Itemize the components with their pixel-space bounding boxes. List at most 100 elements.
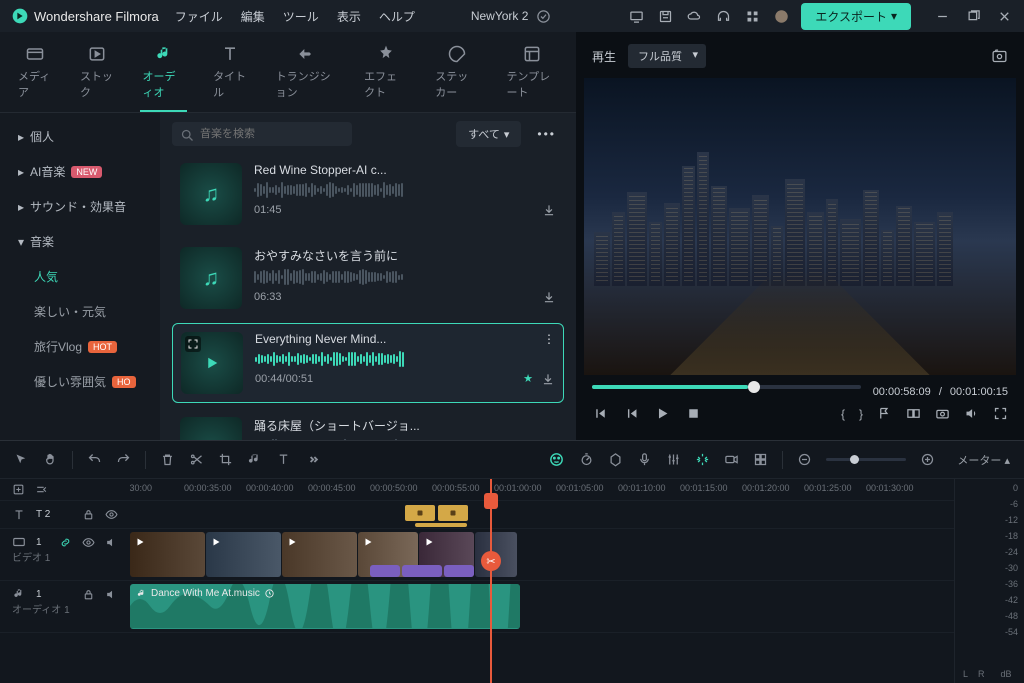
cut-icon[interactable]: ✂ — [481, 551, 501, 571]
tab-audio[interactable]: オーディオ — [140, 40, 187, 112]
effect-clip[interactable] — [370, 565, 400, 577]
add-track-icon[interactable] — [12, 483, 25, 496]
menu-help[interactable]: ヘルプ — [379, 8, 415, 25]
playback-progress[interactable] — [592, 385, 861, 389]
text-track-row[interactable] — [130, 501, 954, 529]
sidebar-item-music[interactable]: ▾音楽 — [0, 224, 160, 259]
more-tools-icon[interactable] — [305, 452, 320, 467]
hand-tool-icon[interactable] — [43, 452, 58, 467]
crop-icon[interactable] — [218, 452, 233, 467]
avatar-icon[interactable] — [774, 9, 789, 24]
tab-title[interactable]: タイトル — [211, 40, 250, 112]
expand-icon[interactable] — [185, 336, 201, 352]
marker-end-icon[interactable] — [877, 406, 892, 421]
minimize-icon[interactable] — [935, 9, 950, 24]
music-note-icon[interactable] — [247, 452, 262, 467]
mute-icon[interactable] — [105, 536, 118, 549]
record-icon[interactable] — [724, 452, 739, 467]
more-icon[interactable]: ⋮ — [543, 332, 555, 346]
sidebar-sub-gentle[interactable]: 優しい雰囲気HO — [0, 364, 160, 399]
fullscreen-icon[interactable] — [993, 406, 1008, 421]
zoom-in-icon[interactable] — [920, 452, 935, 467]
cloud-icon[interactable] — [687, 9, 702, 24]
project-name[interactable]: NewYork 2 — [471, 9, 552, 24]
quality-select[interactable]: フル品質 ▾ — [628, 44, 706, 68]
playhead[interactable]: ✂ — [490, 479, 492, 683]
mic-icon[interactable] — [637, 452, 652, 467]
tab-sticker[interactable]: ステッカー — [433, 40, 480, 112]
auto-beat-icon[interactable] — [695, 452, 710, 467]
compare-icon[interactable] — [906, 406, 921, 421]
snapshot-icon[interactable] — [991, 48, 1008, 65]
mark-out-button[interactable]: } — [859, 407, 863, 421]
audio-thumb[interactable]: ♫ — [180, 247, 242, 309]
audio-item[interactable]: ♫ 踊る床屋（ショートバージョ... 01:35 — [172, 409, 564, 440]
audio-track-row[interactable]: Dance With Me At.music — [130, 581, 954, 633]
headphones-icon[interactable] — [716, 9, 731, 24]
tracks-area[interactable]: 0:30:0000:00:35:0000:00:40:0000:00:45:00… — [130, 479, 954, 683]
lock-icon[interactable] — [82, 588, 95, 601]
meter-toggle[interactable]: メーター ▴ — [957, 452, 1010, 468]
export-button[interactable]: エクスポート ▾ — [801, 3, 911, 30]
download-icon[interactable] — [542, 203, 556, 217]
filter-button[interactable]: すべて▾ — [456, 121, 521, 147]
mark-in-button[interactable]: { — [841, 407, 845, 421]
star-icon[interactable]: ★ — [523, 372, 533, 386]
timeline-ruler[interactable]: 0:30:0000:00:35:0000:00:40:0000:00:45:00… — [130, 479, 954, 501]
tab-template[interactable]: テンプレート — [504, 40, 560, 112]
zoom-slider[interactable] — [826, 458, 906, 461]
select-tool-icon[interactable] — [14, 452, 29, 467]
download-icon[interactable] — [542, 290, 556, 304]
sidebar-sub-fun[interactable]: 楽しい・元気 — [0, 294, 160, 329]
video-clip[interactable] — [206, 532, 281, 577]
search-input[interactable] — [172, 122, 352, 146]
speed-icon[interactable] — [579, 452, 594, 467]
maximize-icon[interactable] — [966, 9, 981, 24]
menu-tools[interactable]: ツール — [283, 8, 319, 25]
play-button[interactable] — [654, 405, 671, 422]
undo-icon[interactable] — [87, 452, 102, 467]
sidebar-sub-vlog[interactable]: 旅行VlogHOT — [0, 329, 160, 364]
volume-icon[interactable] — [964, 406, 979, 421]
zoom-out-icon[interactable] — [797, 452, 812, 467]
close-icon[interactable] — [997, 9, 1012, 24]
effect-clip[interactable] — [402, 565, 442, 577]
mixer-icon[interactable] — [666, 452, 681, 467]
text-clip[interactable] — [438, 505, 468, 521]
effect-clip[interactable] — [444, 565, 474, 577]
ai-face-icon[interactable] — [548, 451, 565, 468]
audio-item[interactable]: Everything Never Mind...⋮ 00:44/00:51★ — [172, 323, 564, 403]
tab-media[interactable]: メディア — [16, 40, 54, 112]
delete-icon[interactable] — [160, 452, 175, 467]
sidebar-item-personal[interactable]: ▸個人 — [0, 119, 160, 154]
sidebar-item-ai-music[interactable]: ▸AI音楽NEW — [0, 154, 160, 189]
save-icon[interactable] — [658, 9, 673, 24]
link-icon[interactable] — [59, 536, 72, 549]
sidebar-item-sfx[interactable]: ▸サウンド・効果音 — [0, 189, 160, 224]
audio-item[interactable]: ♫ おやすみなさいを言う前に 06:33 — [172, 239, 564, 317]
audio-thumb[interactable]: ♫ — [180, 163, 242, 225]
text-icon[interactable] — [276, 452, 291, 467]
tab-effect[interactable]: エフェクト — [362, 40, 409, 112]
audio-thumb[interactable] — [181, 332, 243, 394]
redo-icon[interactable] — [116, 452, 131, 467]
step-back-button[interactable] — [623, 405, 640, 422]
track-settings-icon[interactable] — [35, 483, 48, 496]
visibility-icon[interactable] — [105, 508, 118, 521]
more-button[interactable]: ••• — [529, 123, 564, 145]
sidebar-sub-popular[interactable]: 人気 — [0, 259, 160, 294]
video-clip[interactable] — [282, 532, 357, 577]
text-clip[interactable] — [415, 523, 467, 527]
stop-button[interactable] — [685, 405, 702, 422]
prev-frame-button[interactable] — [592, 405, 609, 422]
mute-icon[interactable] — [105, 588, 118, 601]
menu-edit[interactable]: 編集 — [241, 8, 265, 25]
tab-stock[interactable]: ストック — [78, 40, 117, 112]
lock-icon[interactable] — [82, 508, 95, 521]
marker-icon[interactable] — [608, 452, 623, 467]
download-icon[interactable] — [541, 372, 555, 386]
audio-clip[interactable]: Dance With Me At.music — [130, 584, 520, 629]
video-clip[interactable] — [130, 532, 205, 577]
grid-icon[interactable] — [753, 452, 768, 467]
camera-icon[interactable] — [935, 406, 950, 421]
